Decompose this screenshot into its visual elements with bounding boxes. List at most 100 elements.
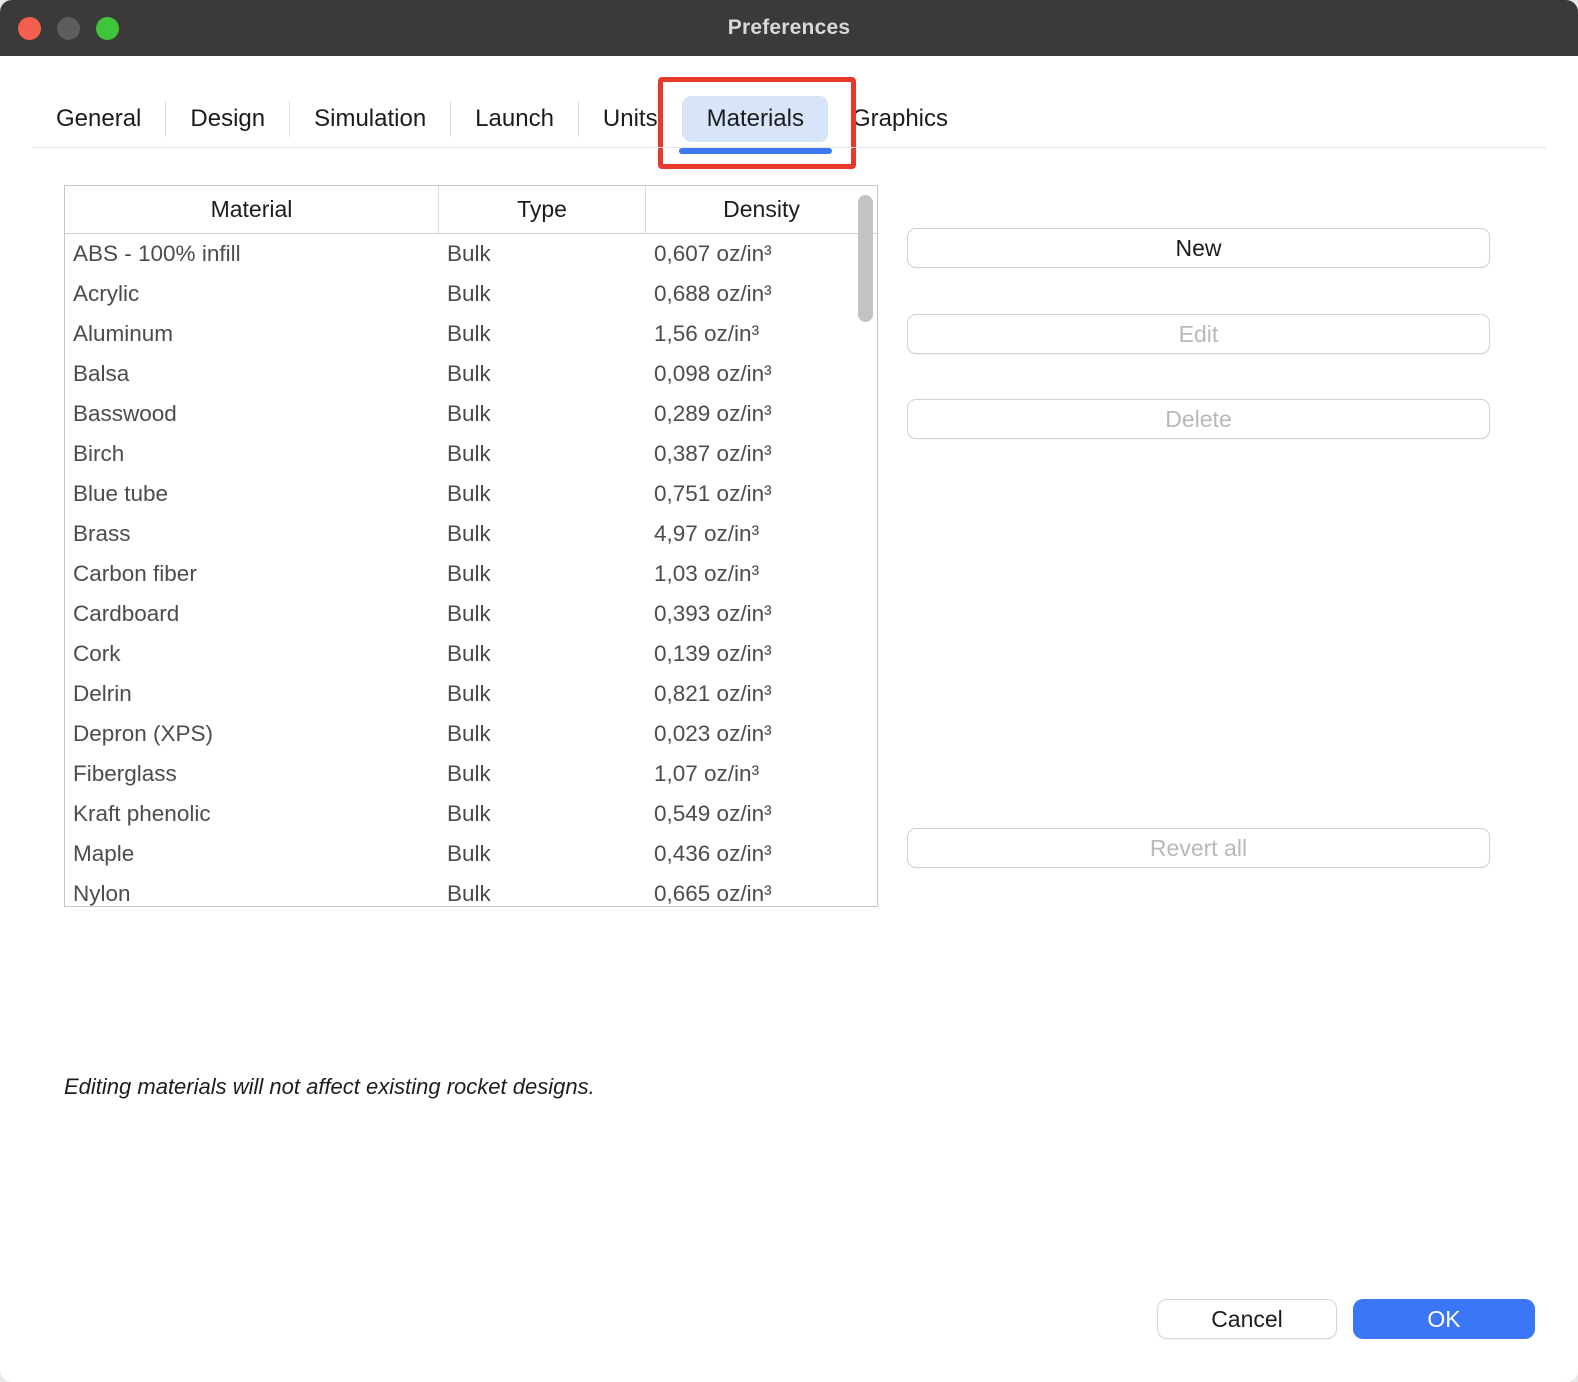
cell-material: Brass xyxy=(65,521,439,547)
cell-density: 0,289 oz/in³ xyxy=(646,401,877,427)
cell-material: Balsa xyxy=(65,361,439,387)
cell-type: Bulk xyxy=(439,841,646,867)
cell-type: Bulk xyxy=(439,801,646,827)
cell-material: Maple xyxy=(65,841,439,867)
cell-density: 0,436 oz/in³ xyxy=(646,841,877,867)
minimize-button[interactable] xyxy=(57,17,80,40)
cell-material: Basswood xyxy=(65,401,439,427)
table-row[interactable]: Delrin Bulk 0,821 oz/in³ xyxy=(65,674,877,714)
cell-material: Delrin xyxy=(65,681,439,707)
cell-density: 0,098 oz/in³ xyxy=(646,361,877,387)
cell-density: 1,56 oz/in³ xyxy=(646,321,877,347)
cell-type: Bulk xyxy=(439,401,646,427)
cell-type: Bulk xyxy=(439,281,646,307)
table-row[interactable]: Carbon fiber Bulk 1,03 oz/in³ xyxy=(65,554,877,594)
tab-materials[interactable]: Materials xyxy=(683,96,828,142)
cell-material: Blue tube xyxy=(65,481,439,507)
new-button[interactable]: New xyxy=(907,228,1490,268)
cell-material: Depron (XPS) xyxy=(65,721,439,747)
cancel-button[interactable]: Cancel xyxy=(1157,1299,1337,1339)
close-button[interactable] xyxy=(18,17,41,40)
cell-material: ABS - 100% infill xyxy=(65,241,439,267)
cell-density: 1,03 oz/in³ xyxy=(646,561,877,587)
edit-button[interactable]: Edit xyxy=(907,314,1490,354)
window-title: Preferences xyxy=(728,16,850,40)
cell-type: Bulk xyxy=(439,641,646,667)
tabbar-divider-line xyxy=(32,147,1546,148)
cell-type: Bulk xyxy=(439,561,646,587)
delete-button[interactable]: Delete xyxy=(907,399,1490,439)
cell-type: Bulk xyxy=(439,761,646,787)
cell-density: 0,023 oz/in³ xyxy=(646,721,877,747)
tab-graphics[interactable]: Graphics xyxy=(828,96,972,142)
table-row[interactable]: Brass Bulk 4,97 oz/in³ xyxy=(65,514,877,554)
cell-density: 4,97 oz/in³ xyxy=(646,521,877,547)
cell-material: Aluminum xyxy=(65,321,439,347)
table-row[interactable]: Basswood Bulk 0,289 oz/in³ xyxy=(65,394,877,434)
revert-all-button[interactable]: Revert all xyxy=(907,828,1490,868)
cell-density: 0,665 oz/in³ xyxy=(646,881,877,907)
table-row[interactable]: Fiberglass Bulk 1,07 oz/in³ xyxy=(65,754,877,794)
tab-materials-wrap: Materials xyxy=(683,96,828,142)
tab-launch[interactable]: Launch xyxy=(451,96,578,142)
cell-density: 0,549 oz/in³ xyxy=(646,801,877,827)
column-header-type[interactable]: Type xyxy=(439,186,646,233)
cell-density: 0,607 oz/in³ xyxy=(646,241,877,267)
cell-material: Kraft phenolic xyxy=(65,801,439,827)
cell-type: Bulk xyxy=(439,521,646,547)
cell-material: Cork xyxy=(65,641,439,667)
cell-type: Bulk xyxy=(439,321,646,347)
cell-type: Bulk xyxy=(439,241,646,267)
ok-button[interactable]: OK xyxy=(1353,1299,1535,1339)
traffic-lights xyxy=(18,0,119,56)
cell-type: Bulk xyxy=(439,681,646,707)
table-row[interactable]: Kraft phenolic Bulk 0,549 oz/in³ xyxy=(65,794,877,834)
cell-density: 0,821 oz/in³ xyxy=(646,681,877,707)
cell-density: 0,387 oz/in³ xyxy=(646,441,877,467)
table-row[interactable]: Balsa Bulk 0,098 oz/in³ xyxy=(65,354,877,394)
cell-material: Cardboard xyxy=(65,601,439,627)
cell-density: 0,751 oz/in³ xyxy=(646,481,877,507)
cell-density: 1,07 oz/in³ xyxy=(646,761,877,787)
table-row[interactable]: Cork Bulk 0,139 oz/in³ xyxy=(65,634,877,674)
tab-design[interactable]: Design xyxy=(166,96,289,142)
cell-type: Bulk xyxy=(439,361,646,387)
table-header-row: Material Type Density xyxy=(65,186,877,234)
table-row[interactable]: Aluminum Bulk 1,56 oz/in³ xyxy=(65,314,877,354)
cell-density: 0,688 oz/in³ xyxy=(646,281,877,307)
table-row[interactable]: Blue tube Bulk 0,751 oz/in³ xyxy=(65,474,877,514)
tab-materials-underline xyxy=(679,148,832,154)
table-row[interactable]: Nylon Bulk 0,665 oz/in³ xyxy=(65,874,877,907)
table-row[interactable]: Acrylic Bulk 0,688 oz/in³ xyxy=(65,274,877,314)
table-row[interactable]: Maple Bulk 0,436 oz/in³ xyxy=(65,834,877,874)
cell-density: 0,139 oz/in³ xyxy=(646,641,877,667)
tab-bar: General Design Simulation Launch Units M… xyxy=(32,90,1546,148)
table-row[interactable]: ABS - 100% infill Bulk 0,607 oz/in³ xyxy=(65,234,877,274)
cell-type: Bulk xyxy=(439,481,646,507)
cell-material: Carbon fiber xyxy=(65,561,439,587)
column-header-material[interactable]: Material xyxy=(65,186,439,233)
table-row[interactable]: Depron (XPS) Bulk 0,023 oz/in³ xyxy=(65,714,877,754)
table-row[interactable]: Birch Bulk 0,387 oz/in³ xyxy=(65,434,877,474)
cell-type: Bulk xyxy=(439,721,646,747)
tab-units[interactable]: Units xyxy=(579,96,682,142)
cell-material: Acrylic xyxy=(65,281,439,307)
cell-material: Fiberglass xyxy=(65,761,439,787)
table-scrollbar-thumb[interactable] xyxy=(858,195,873,322)
materials-note: Editing materials will not affect existi… xyxy=(64,1074,595,1100)
zoom-button[interactable] xyxy=(96,17,119,40)
cell-material: Nylon xyxy=(65,881,439,907)
cell-material: Birch xyxy=(65,441,439,467)
cell-density: 0,393 oz/in³ xyxy=(646,601,877,627)
column-header-density[interactable]: Density xyxy=(646,186,877,233)
table-row[interactable]: Cardboard Bulk 0,393 oz/in³ xyxy=(65,594,877,634)
cell-type: Bulk xyxy=(439,441,646,467)
tab-simulation[interactable]: Simulation xyxy=(290,96,450,142)
cell-type: Bulk xyxy=(439,601,646,627)
materials-table: Material Type Density ABS - 100% infill … xyxy=(64,185,878,907)
tab-general[interactable]: General xyxy=(32,96,165,142)
cell-type: Bulk xyxy=(439,881,646,907)
titlebar: Preferences xyxy=(0,0,1578,56)
table-body: ABS - 100% infill Bulk 0,607 oz/in³ Acry… xyxy=(65,234,877,907)
preferences-window: Preferences General Design Simulation La… xyxy=(0,0,1578,1382)
